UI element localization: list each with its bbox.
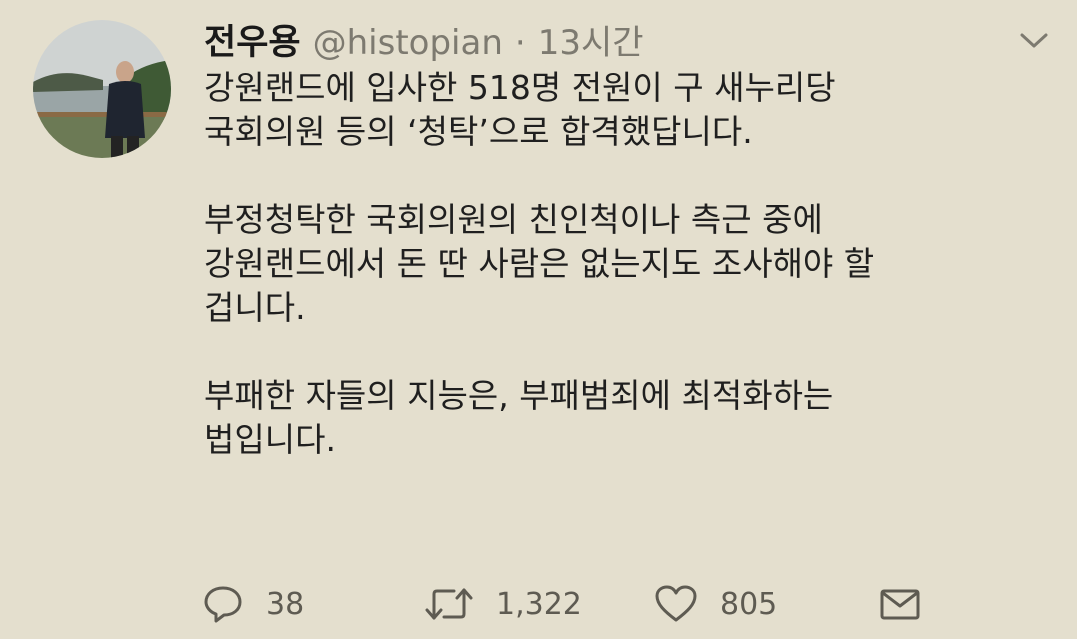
tweet-line: 부정청탁한 국회의원의 친인척이나 측근 중에 (204, 200, 823, 239)
tweet-line: 법입니다. (204, 420, 336, 459)
envelope-icon (880, 589, 920, 620)
like-count: 805 (720, 586, 778, 622)
avatar-photo (33, 20, 171, 158)
tweet-text: 강원랜드에 입사한 518명 전원이 구 새누리당 국회의원 등의 ‘청탁’으로… (204, 66, 1054, 462)
retweet-count: 1,322 (496, 586, 582, 622)
reply-count: 38 (266, 586, 305, 622)
tweet-header: 전우용 @histopian · 13시간 (204, 14, 644, 66)
tweet-paragraph: 부패한 자들의 지능은, 부패범죄에 최적화하는 법입니다. (204, 374, 1054, 462)
reply-icon (204, 586, 242, 623)
action-bar: 38 1,322 805 (202, 580, 932, 628)
tweet-line: 강원랜드에 입사한 518명 전원이 구 새누리당 (204, 68, 836, 107)
tweet-paragraph: 부정청탁한 국회의원의 친인척이나 측근 중에 강원랜드에서 돈 딴 사람은 없… (204, 198, 1054, 330)
direct-message-button[interactable] (878, 580, 922, 628)
separator-dot: · (514, 23, 526, 63)
retweet-button[interactable]: 1,322 (424, 580, 582, 628)
tweet-line: 부패한 자들의 지능은, 부패범죄에 최적화하는 (204, 376, 834, 415)
tweet-line: 국회의원 등의 ‘청탁’으로 합격했답니다. (204, 112, 753, 151)
like-button[interactable]: 805 (654, 580, 777, 628)
avatar[interactable] (33, 20, 171, 158)
tweet-line: 겁니다. (204, 288, 306, 327)
timestamp[interactable]: 13시간 (538, 15, 644, 64)
retweet-icon (425, 588, 473, 620)
tweet-paragraph: 강원랜드에 입사한 518명 전원이 구 새누리당 국회의원 등의 ‘청탁’으로… (204, 66, 1054, 154)
tweet-line: 강원랜드에서 돈 딴 사람은 없는지도 조사해야 할 (204, 244, 875, 283)
chevron-down-icon[interactable] (1014, 26, 1054, 56)
heart-icon (655, 585, 697, 622)
author-name[interactable]: 전우용 (204, 14, 301, 65)
author-handle[interactable]: @histopian (313, 23, 503, 63)
reply-button[interactable]: 38 (202, 580, 304, 628)
